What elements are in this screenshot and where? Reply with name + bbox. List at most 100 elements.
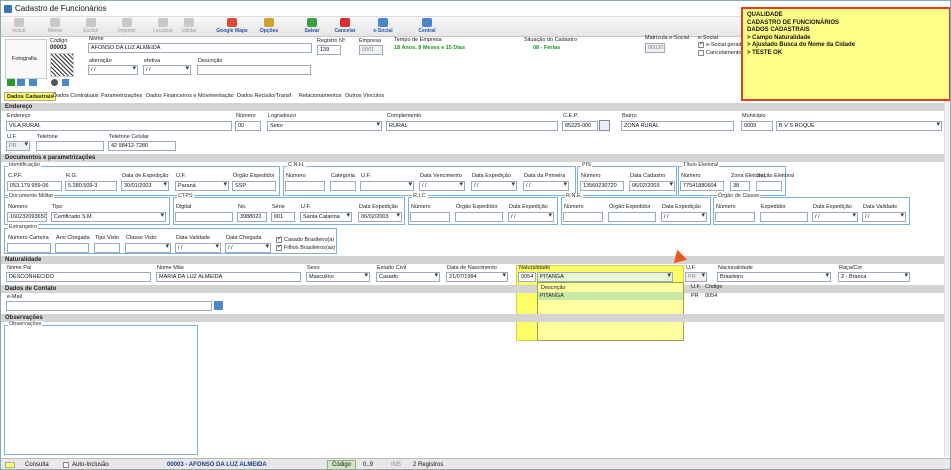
civil-select[interactable]: Casado [376,272,440,282]
imprimir-button[interactable]: Imprimir [109,18,145,34]
settings-icon[interactable] [51,79,58,86]
pis-data-date[interactable]: 06/02/2003 [629,181,675,191]
tab-dados-financeiros[interactable]: Dados Financeiros e Movimentação [144,92,236,101]
main-window: Cadastro de Funcionários Incluir Alterar… [0,0,951,470]
classe-exp-input[interactable] [760,212,808,222]
pai-input[interactable]: DESCONHECIDO [6,272,151,282]
orgao-input[interactable]: SSP [232,181,276,191]
ctps-dexp-date[interactable]: 06/02/2003 [358,212,402,222]
nat-code-input[interactable]: 0054 [518,272,536,282]
logradouro-select[interactable]: Setor [267,121,382,131]
add-photo-icon[interactable] [7,79,15,86]
telefone-input[interactable] [36,141,104,151]
cnh-primeira-date[interactable]: / / [523,181,569,191]
tab-relacionamentos[interactable]: Relacionamentos [297,92,344,101]
cep-input[interactable]: 85225-000 [562,121,598,131]
scan-icon[interactable] [62,79,69,86]
titulo-numero-input[interactable]: 77541880604 [680,181,724,191]
celular-input[interactable]: 42 98412-7280 [108,141,176,151]
nat-uf-select[interactable]: PR [685,272,707,282]
efetiva-date[interactable]: / / [143,65,191,75]
cancelamento-checkbox[interactable] [698,50,704,56]
rg-dexp-input[interactable]: 30/01/2003 [121,181,169,191]
estr-validade-date[interactable]: / / [175,243,221,253]
nat-select[interactable]: PITANGA [537,272,673,282]
tab-dados-cadastrais[interactable]: Dados Cadastrais [4,92,57,101]
cpf-input[interactable]: 053.179.959-06 [7,181,62,191]
estr-tipo-input[interactable] [94,243,120,253]
ric-numero-input[interactable] [410,212,450,222]
alterar-button[interactable]: Alterar [37,18,73,34]
excluir-button[interactable]: Excluir [73,18,109,34]
classe-val-date[interactable]: / / [862,212,906,222]
alteracao-date[interactable]: / / [88,65,138,75]
sexo-select[interactable]: Masculino [306,272,370,282]
secao-input[interactable] [756,181,782,191]
registro-input[interactable]: 139 [317,45,341,55]
complemento-input[interactable]: RURAL [386,121,558,131]
esocial-gerado-checkbox[interactable] [698,40,704,48]
zona-input[interactable]: 38 [730,181,750,191]
municipio-code-input[interactable]: 0009 [741,121,773,131]
municipio-select[interactable]: B V S ROQUE [776,121,942,131]
cnh-numero-input[interactable] [285,181,325,191]
validar-button[interactable]: Validar [171,18,207,34]
tab-dados-contratuais[interactable]: Dados Contratuais [51,92,101,101]
rne-numero-input[interactable] [563,212,603,222]
rg-uf-select[interactable]: Paraná [175,181,229,191]
ctps-uf-select[interactable]: Santa Catarina [300,212,352,222]
observacoes-box[interactable]: Observações [4,321,198,455]
auto-inclusao-checkbox[interactable] [63,462,69,468]
status-codigo[interactable]: Código [327,460,357,469]
descricao-input[interactable] [197,65,311,75]
militar-numero-input[interactable]: 160232093650 [7,212,47,222]
cnh-exp-date[interactable]: / / [471,181,517,191]
rg-input[interactable]: 5.280.509-3 [65,181,117,191]
email-send-icon[interactable] [214,301,223,310]
nasc-date[interactable]: 21/07/1984 [446,272,508,282]
cnh-uf-select[interactable] [360,181,414,191]
photo-box[interactable]: Fotografia [5,39,47,79]
estr-carteira-input[interactable] [7,243,51,253]
mae-input[interactable]: MARIA DA LUZ ALMEIDA [156,272,301,282]
endereco-input[interactable]: VILA RURAL [6,121,232,131]
classe-numero-input[interactable] [715,212,755,222]
pis-numero-input[interactable]: 13560230720 [580,181,624,191]
raca-select[interactable]: 2 - Branca [838,272,910,282]
ric-dexp-date[interactable]: / / [508,212,554,222]
opcoes-button[interactable]: Opções [251,18,287,34]
cancelar-button[interactable]: Cancelar [327,18,363,34]
ctps-no-input[interactable]: 3988022 [237,212,267,222]
central-button[interactable]: Central [409,18,445,34]
militar-tipo-select[interactable]: Certificado S.M. [51,212,166,222]
ctps-digital-input[interactable] [175,212,233,222]
email-input[interactable] [6,301,212,311]
classe-dexp-date[interactable]: / / [812,212,858,222]
rne-orgao-input[interactable] [608,212,656,222]
estr-classe-select[interactable] [125,243,171,253]
estr-ano-input[interactable] [55,243,89,253]
filhos-checkbox[interactable] [276,243,282,251]
tab-outros-vinculos[interactable]: Outros Vínculos [343,92,386,101]
nac-select[interactable]: Brasileiro [717,272,831,282]
numero-input[interactable]: 00 [235,121,261,131]
uf-select[interactable]: PR [6,141,30,151]
ctps-serie-input[interactable]: 001 [271,212,295,222]
nome-input[interactable]: AFONSO DA LUZ ALMEIDA [88,43,312,53]
incluir-button[interactable]: Incluir [1,18,37,34]
cep-search-icon[interactable] [599,120,610,131]
ric-orgao-input[interactable] [455,212,503,222]
salvar-button[interactable]: Salvar [294,18,330,34]
camera-icon[interactable] [17,79,25,86]
estr-chegada-date[interactable]: / / [225,243,271,253]
tab-dados-recisao[interactable]: Dados Recisão/Transf [235,92,293,101]
vertical-scrollbar[interactable] [944,101,950,457]
rne-dexp-date[interactable]: / / [661,212,707,222]
google-maps-button[interactable]: Google Maps [212,18,252,34]
bairro-input[interactable]: ZONA RURAL [621,121,734,131]
folder-icon[interactable] [29,79,37,86]
cnh-categoria-input[interactable] [330,181,356,191]
cnh-venc-date[interactable]: / / [419,181,465,191]
tab-parametrizacoes[interactable]: Parametrizações [99,92,144,101]
esocial-button[interactable]: e-Social [365,18,401,34]
